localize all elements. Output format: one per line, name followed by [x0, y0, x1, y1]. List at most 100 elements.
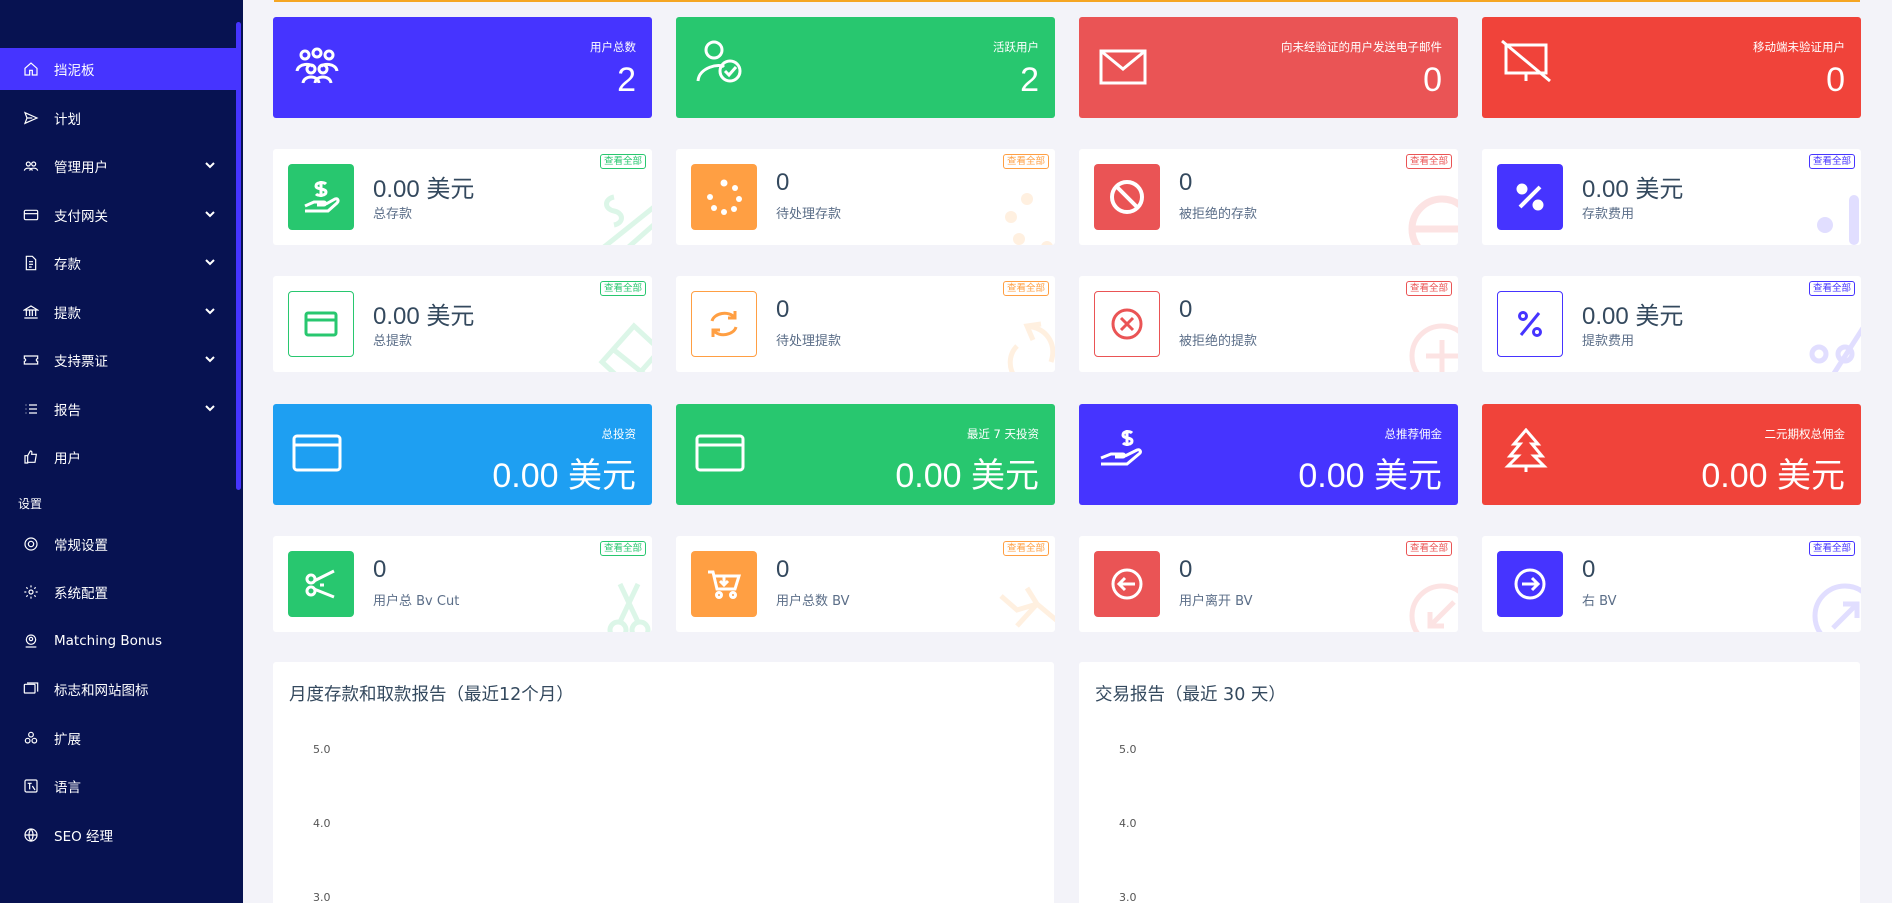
- sidebar-scrollbar[interactable]: [236, 22, 241, 490]
- view-all-link[interactable]: 查看全部: [1808, 154, 1855, 169]
- card-value: 0: [1179, 556, 1193, 583]
- view-all-link[interactable]: 查看全部: [1405, 281, 1452, 296]
- sidebar-item-manage-users[interactable]: 管理用户: [0, 145, 236, 187]
- widget-total-users[interactable]: 用户总数 2: [273, 17, 652, 118]
- sidebar-item-general-settings[interactable]: 常规设置: [0, 523, 236, 565]
- card-deposit-charge: 0.00 美元 存款费用 查看全部: [1482, 149, 1861, 245]
- view-all-link[interactable]: 查看全部: [599, 541, 646, 556]
- arrow-right-circle-icon: [1803, 574, 1861, 632]
- sidebar-item-logo-favicon[interactable]: 标志和网站图标: [0, 668, 236, 710]
- widget-label: 总推荐佣金: [1384, 427, 1443, 441]
- credit-card-icon: [22, 206, 40, 224]
- widget-value: 0.00 美元: [1298, 457, 1442, 495]
- envelope-icon: [1097, 45, 1149, 89]
- sidebar-item-matching-bonus[interactable]: Matching Bonus: [0, 620, 236, 662]
- card-label: 被拒绝的存款: [1179, 207, 1258, 222]
- sidebar-item-label: SEO 经理: [54, 828, 114, 845]
- widget-label: 活跃用户: [993, 40, 1039, 54]
- card-value: 0: [776, 296, 790, 323]
- sidebar-item-system-config[interactable]: 系统配置: [0, 571, 236, 613]
- view-all-link[interactable]: 查看全部: [1808, 281, 1855, 296]
- sidebar-item-plans[interactable]: 计划: [0, 97, 236, 139]
- card-label: 待处理存款: [776, 207, 842, 222]
- sidebar-item-payment-gateways[interactable]: 支付网关: [0, 194, 236, 236]
- view-all-link[interactable]: 查看全部: [1002, 281, 1049, 296]
- widget-value: 0.00 美元: [492, 457, 636, 495]
- percent-icon: [1803, 314, 1861, 372]
- sidebar-item-support-tickets[interactable]: 支持票证: [0, 339, 236, 381]
- send-icon: [22, 109, 40, 127]
- thumbs-up-icon: [22, 448, 40, 466]
- chevron-down-icon: [204, 159, 216, 171]
- card-value: 0.00 美元: [1582, 303, 1684, 330]
- cart-icon: [691, 551, 757, 617]
- card-rejected-deposit: 0 被拒绝的存款 查看全部: [1079, 149, 1458, 245]
- widget-value: 2: [1020, 61, 1039, 99]
- sync-icon: [997, 314, 1055, 372]
- tree-icon: [1500, 427, 1552, 472]
- mobile-slash-icon: [1500, 39, 1552, 83]
- spinner-icon: [691, 164, 757, 230]
- chevron-down-icon: [204, 402, 216, 414]
- widget-mobile-unverified[interactable]: 移动端未验证用户 0: [1482, 17, 1861, 118]
- widget-value: 2: [617, 61, 636, 99]
- card-value: 0: [1582, 556, 1596, 583]
- widget-label: 向未经验证的用户发送电子邮件: [1281, 40, 1442, 54]
- sidebar-item-seo-manager[interactable]: SEO 经理: [0, 814, 236, 856]
- bank-icon: [22, 303, 40, 321]
- times-circle-icon: [1094, 291, 1160, 357]
- card-value: 0.00 美元: [373, 303, 475, 330]
- y-axis-tick: 5.0: [313, 743, 331, 756]
- life-ring-icon: [22, 535, 40, 553]
- card-label: 用户总 Bv Cut: [373, 594, 460, 609]
- widget-email-unverified[interactable]: 向未经验证的用户发送电子邮件 0: [1079, 17, 1458, 118]
- view-all-link[interactable]: 查看全部: [1405, 541, 1452, 556]
- sidebar-item-withdrawals[interactable]: 提款: [0, 291, 236, 333]
- cog-icon: [22, 583, 40, 601]
- card-value: 0: [373, 556, 387, 583]
- sidebar-item-deposits[interactable]: 存款: [0, 242, 236, 284]
- sidebar-item-reports[interactable]: 报告: [0, 388, 236, 430]
- widget-label: 最近 7 天投资: [966, 427, 1039, 441]
- widget-label: 总投资: [601, 427, 637, 441]
- y-axis-tick: 4.0: [313, 817, 331, 830]
- card-value: 0: [776, 556, 790, 583]
- view-all-link[interactable]: 查看全部: [1002, 541, 1049, 556]
- view-all-link[interactable]: 查看全部: [599, 281, 646, 296]
- widget-active-users[interactable]: 活跃用户 2: [676, 17, 1055, 118]
- widget-total-referral-commission[interactable]: 总推荐佣金 0.00 美元: [1079, 404, 1458, 505]
- sidebar-item-extensions[interactable]: 扩展: [0, 717, 236, 759]
- view-all-link[interactable]: 查看全部: [599, 154, 646, 169]
- ticket-icon: [22, 351, 40, 369]
- widget-last-7-days-invest[interactable]: 最近 7 天投资 0.00 美元: [676, 404, 1055, 505]
- card-icon: [694, 432, 746, 476]
- sidebar-item-subscribers[interactable]: 用户: [0, 436, 236, 478]
- globe-icon: [22, 826, 40, 844]
- sidebar-item-label: 常规设置: [54, 537, 108, 554]
- widget-binary-commission[interactable]: 二元期权总佣金 0.00 美元: [1482, 404, 1861, 505]
- y-axis-tick: 5.0: [1119, 743, 1137, 756]
- sidebar-item-label: 管理用户: [54, 160, 108, 176]
- card-total-bv: 0 用户总数 BV 查看全部: [676, 536, 1055, 632]
- card-pending-deposit: 0 待处理存款 查看全部: [676, 149, 1055, 245]
- card-withdraw-charge: 0.00 美元 提款费用 查看全部: [1482, 276, 1861, 372]
- file-money-icon: [22, 254, 40, 272]
- widget-total-invest[interactable]: 总投资 0.00 美元: [273, 404, 652, 505]
- arrow-left-circle-icon: [1400, 574, 1458, 632]
- sidebar-item-dashboard[interactable]: 挡泥板: [0, 48, 236, 90]
- widget-value: 0: [1423, 61, 1442, 99]
- arrow-left-circle-icon: [1094, 551, 1160, 617]
- user-badge-icon: [22, 632, 40, 650]
- spinner-icon: [997, 187, 1055, 245]
- sidebar-item-language[interactable]: 语言: [0, 765, 236, 807]
- view-all-link[interactable]: 查看全部: [1002, 154, 1049, 169]
- card-icon: [594, 314, 652, 372]
- view-all-link[interactable]: 查看全部: [1808, 541, 1855, 556]
- chevron-down-icon: [204, 256, 216, 268]
- card-icon: [291, 432, 343, 476]
- widget-label: 移动端未验证用户: [1753, 40, 1845, 54]
- card-total-withdraw: 0.00 美元 总提款 查看全部: [273, 276, 652, 372]
- view-all-link[interactable]: 查看全部: [1405, 154, 1452, 169]
- chevron-down-icon: [204, 353, 216, 365]
- widget-value: 0.00 美元: [1701, 457, 1845, 495]
